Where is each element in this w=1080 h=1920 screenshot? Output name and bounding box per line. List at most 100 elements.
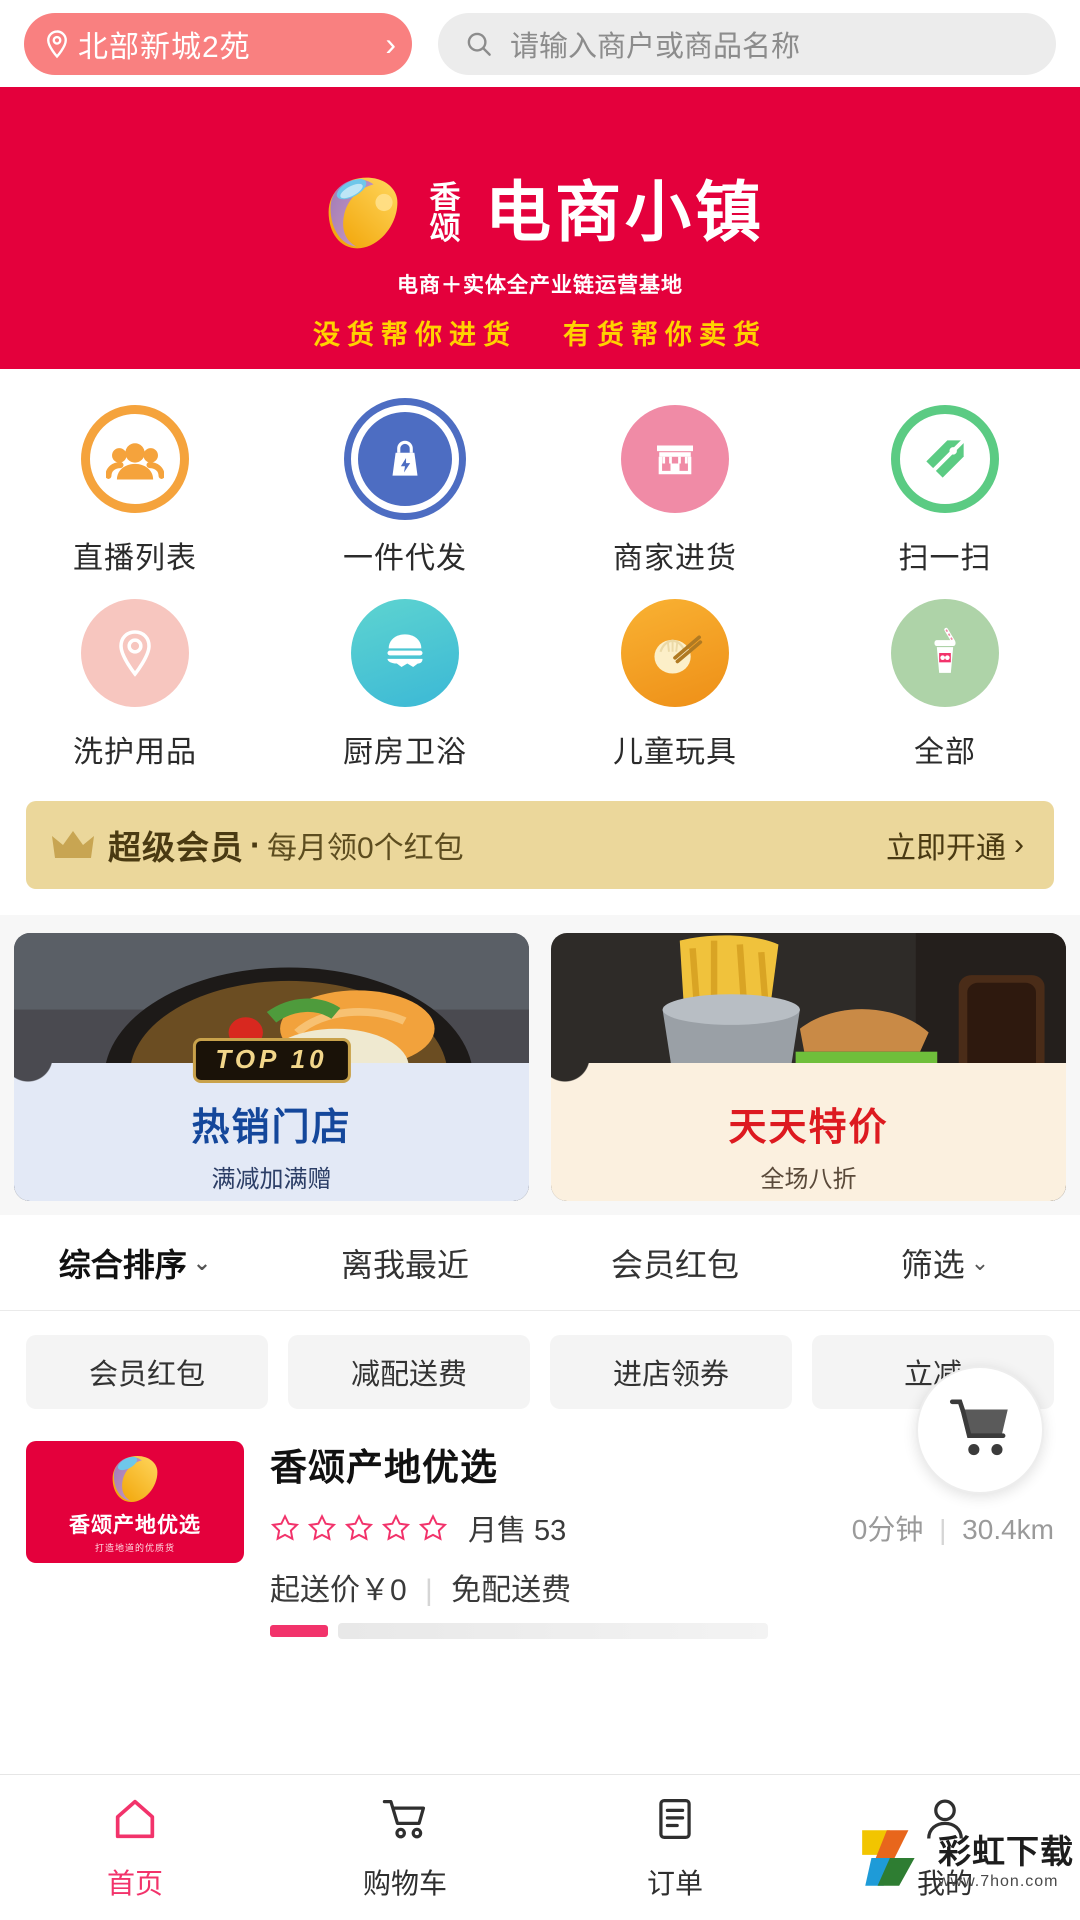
hero-subtitle: 电商＋实体全产业链运营基地: [397, 274, 683, 297]
sort-filter[interactable]: 筛选 ⌄: [810, 1240, 1080, 1286]
vip-description: 每月领0个红包: [267, 832, 464, 865]
drink-cup-icon: [891, 599, 999, 707]
promo-card-hot-stores[interactable]: TOP 10 热销门店 满减加满赠: [14, 933, 529, 1201]
category-row-1: 直播列表 一件代发 商家进货 扫一扫: [0, 395, 1080, 589]
cart-fab-button[interactable]: [916, 1366, 1044, 1494]
promo-subtitle: 全场八折: [760, 1166, 857, 1193]
cart-icon: [379, 1793, 431, 1850]
watermark-text: 彩虹下载 www.7hon.com: [938, 1825, 1074, 1891]
category-scan[interactable]: 扫一扫: [810, 395, 1080, 589]
price-separator: |: [425, 1574, 433, 1607]
category-all[interactable]: 全部: [810, 589, 1080, 783]
rainbow-download-logo: [856, 1821, 930, 1895]
store-meta: 月售 53 0分钟 | 30.4km: [270, 1507, 1054, 1549]
search-input[interactable]: 请输入商户或商品名称: [438, 12, 1056, 75]
tab-orders[interactable]: 订单: [540, 1793, 810, 1902]
category-label: 厨房卫浴: [343, 736, 467, 769]
brand-sphere-logo-icon: [315, 170, 411, 256]
delivery-time: 0分钟: [851, 1514, 924, 1545]
tab-label: 首页: [106, 1868, 163, 1899]
hero-tagline-left: 没货帮你进货: [313, 320, 517, 350]
sort-nearest[interactable]: 离我最近: [270, 1240, 540, 1286]
vip-banner[interactable]: 超级会员 · 每月领0个红包 立即开通 ›: [26, 801, 1054, 889]
store-promo-tagline: [270, 1623, 1054, 1639]
vip-separator: ·: [250, 826, 261, 863]
min-order-price: 起送价￥0: [270, 1574, 407, 1607]
hero-content: 香 颂 电商小镇 电商＋实体全产业链运营基地 没货帮你进货 有货帮你卖货: [313, 170, 767, 352]
promo-tag-text-clipped: [338, 1623, 768, 1639]
vip-banner-wrap: 超级会员 · 每月领0个红包 立即开通 ›: [0, 791, 1080, 915]
rating-stars: [270, 1513, 448, 1543]
meta-separator: |: [939, 1514, 947, 1545]
hero-tagline-right: 有货帮你卖货: [563, 320, 767, 350]
star-icon: [270, 1513, 300, 1543]
category-merchant-purchase[interactable]: 商家进货: [540, 395, 810, 589]
promo-subtitle: 满减加满赠: [211, 1166, 332, 1193]
live-people-icon: [81, 405, 189, 513]
chip-reduce-delivery-fee[interactable]: 减配送费: [288, 1335, 530, 1409]
watermark-url: www.7hon.com: [938, 1873, 1059, 1890]
star-icon: [307, 1513, 337, 1543]
sort-bar: 综合排序 ⌄ 离我最近 会员红包 筛选 ⌄: [0, 1215, 1080, 1311]
tab-label: 购物车: [362, 1868, 447, 1899]
brand-badge: 香 颂: [419, 182, 471, 244]
category-row-2: 洗护用品 厨房卫浴 儿童玩具 全部: [0, 589, 1080, 783]
site-watermark: 彩虹下载 www.7hon.com: [848, 1802, 1080, 1920]
sort-label: 筛选: [900, 1246, 965, 1283]
category-personal-care[interactable]: 洗护用品: [0, 589, 270, 783]
category-label: 扫一扫: [898, 542, 992, 575]
star-icon: [381, 1513, 411, 1543]
sort-member-coupon[interactable]: 会员红包: [540, 1240, 810, 1286]
search-placeholder: 请输入商户或商品名称: [510, 30, 801, 63]
hero-tagline: 没货帮你进货 有货帮你卖货: [313, 313, 767, 352]
store-logo: 香颂产地优选 打造地道的优质货: [26, 1441, 244, 1563]
tab-home[interactable]: 首页: [0, 1793, 270, 1902]
hero-banner[interactable]: 香 颂 电商小镇 电商＋实体全产业链运营基地 没货帮你进货 有货帮你卖货: [0, 87, 1080, 369]
sort-label: 综合排序: [58, 1246, 187, 1283]
tab-label: 订单: [646, 1868, 703, 1899]
store-price-row: 起送价￥0 | 免配送费: [270, 1565, 1054, 1609]
tab-cart[interactable]: 购物车: [270, 1793, 540, 1902]
category-label: 商家进货: [613, 542, 737, 575]
category-label: 直播列表: [73, 542, 197, 575]
monthly-sales: 月售 53: [468, 1515, 567, 1547]
promo-ribbon: 热销门店 满减加满赠: [14, 1063, 529, 1201]
delivery-fee: 免配送费: [451, 1574, 572, 1607]
promo-title: 天天特价: [728, 1107, 889, 1149]
watermark-title: 彩虹下载: [938, 1833, 1074, 1870]
promo-title: 热销门店: [191, 1107, 352, 1149]
top-bar: 北部新城2苑 › 请输入商户或商品名称: [0, 0, 1080, 87]
category-grid: 直播列表 一件代发 商家进货 扫一扫 洗护用品 厨房卫浴 儿童玩具 全部: [0, 369, 1080, 791]
chip-member-coupon[interactable]: 会员红包: [26, 1335, 268, 1409]
location-selector[interactable]: 北部新城2苑 ›: [24, 12, 412, 75]
promo-tag-marker: [270, 1625, 328, 1637]
category-kitchen-bath[interactable]: 厨房卫浴: [270, 589, 540, 783]
app-screen: 北部新城2苑 › 请输入商户或商品名称 香 颂 电商小镇 电商＋实体全产业链运营…: [0, 0, 1080, 1920]
category-label: 儿童玩具: [613, 736, 737, 769]
brand-badge-line2: 颂: [429, 211, 461, 246]
chip-store-coupon[interactable]: 进店领券: [550, 1335, 792, 1409]
chevron-right-icon: ›: [385, 25, 396, 62]
order-list-icon: [649, 1793, 701, 1850]
category-label: 一件代发: [343, 542, 467, 575]
category-kids-toys[interactable]: 儿童玩具: [540, 589, 810, 783]
category-dropshipping[interactable]: 一件代发: [270, 395, 540, 589]
location-pin-icon: [42, 29, 72, 59]
chevron-down-icon: ⌄: [192, 1249, 212, 1275]
promo-card-daily-deals[interactable]: 天天特价 全场八折: [551, 933, 1066, 1201]
vip-activate-button[interactable]: 立即开通 ›: [886, 823, 1024, 867]
dumpling-chopsticks-icon: [621, 599, 729, 707]
category-label: 全部: [914, 736, 976, 769]
shopping-cart-icon: [943, 1391, 1017, 1470]
star-icon: [418, 1513, 448, 1543]
hero-logo-row: 香 颂 电商小镇: [315, 170, 765, 256]
delivery-distance: 0分钟 | 30.4km: [852, 1508, 1054, 1548]
star-icon: [344, 1513, 374, 1543]
sort-comprehensive[interactable]: 综合排序 ⌄: [0, 1240, 270, 1286]
location-label: 北部新城2苑: [78, 30, 251, 64]
search-icon: [464, 29, 494, 59]
category-live-list[interactable]: 直播列表: [0, 395, 270, 589]
burger-icon: [351, 599, 459, 707]
dropship-bag-icon: [351, 405, 459, 513]
promo-badge: TOP 10: [192, 1038, 351, 1083]
